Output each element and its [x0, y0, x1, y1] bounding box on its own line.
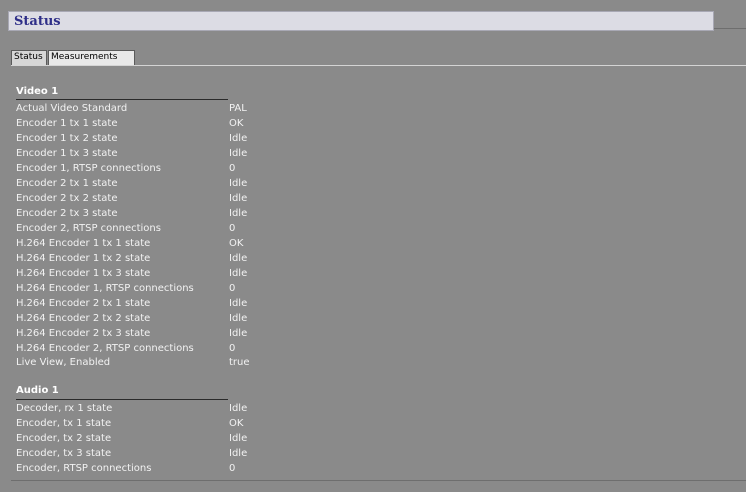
status-value: Idle [229, 268, 248, 279]
status-row: Actual Video Standard PAL [16, 101, 316, 116]
status-value: Idle [229, 148, 248, 159]
status-value: true [229, 357, 250, 368]
status-row: Encoder 1 tx 2 state Idle [16, 131, 316, 146]
status-label: H.264 Encoder 2 tx 2 state [16, 313, 151, 324]
status-row: H.264 Encoder 1 tx 2 state Idle [16, 251, 316, 266]
tab-status[interactable]: Status [11, 50, 47, 65]
status-label: Actual Video Standard [16, 103, 128, 114]
status-value: 0 [229, 463, 236, 474]
status-row: H.264 Encoder 1, RTSP connections 0 [16, 281, 316, 296]
status-row: H.264 Encoder 2 tx 3 state Idle [16, 326, 316, 341]
status-row: Encoder 2 tx 2 state Idle [16, 191, 316, 206]
status-value: 0 [229, 343, 236, 354]
status-row: Encoder 1 tx 1 state OK [16, 116, 316, 131]
status-label: H.264 Encoder 1 tx 2 state [16, 253, 151, 264]
status-value: Idle [229, 313, 248, 324]
status-label: H.264 Encoder 2, RTSP connections [16, 343, 194, 354]
page-title: Status [14, 14, 61, 29]
status-row: Encoder, tx 3 state Idle [16, 446, 316, 461]
status-label: Encoder, tx 1 state [16, 418, 112, 429]
status-label: Encoder, tx 3 state [16, 448, 112, 459]
status-row: H.264 Encoder 2 tx 2 state Idle [16, 311, 316, 326]
status-row: Encoder, RTSP connections 0 [16, 461, 316, 476]
tab-content-divider [11, 65, 746, 66]
status-row: Encoder 2 tx 1 state Idle [16, 176, 316, 191]
status-row: H.264 Encoder 1 tx 3 state Idle [16, 266, 316, 281]
status-value: Idle [229, 193, 248, 204]
header-divider [714, 28, 746, 29]
status-label: Encoder, RTSP connections [16, 463, 152, 474]
status-row: Encoder 2, RTSP connections 0 [16, 221, 316, 236]
status-label: H.264 Encoder 1 tx 3 state [16, 268, 151, 279]
status-row: H.264 Encoder 2, RTSP connections 0 [16, 341, 316, 356]
status-value: Idle [229, 448, 248, 459]
status-row: Encoder 1, RTSP connections 0 [16, 161, 316, 176]
status-row: Live View, Enabled true [16, 355, 316, 370]
page-header: Status [8, 11, 714, 31]
section-underline-audio-1 [16, 399, 228, 400]
status-label: H.264 Encoder 2 tx 1 state [16, 298, 151, 309]
status-value: Idle [229, 433, 248, 444]
tab-measurements[interactable]: Measurements [48, 50, 135, 65]
content-bottom-divider [11, 480, 746, 481]
section-title-audio-1: Audio 1 [16, 385, 59, 396]
status-value: OK [229, 118, 244, 129]
status-label: Encoder, tx 2 state [16, 433, 112, 444]
status-value: Idle [229, 328, 248, 339]
section-underline-video-1 [16, 99, 228, 100]
status-row: Encoder, tx 1 state OK [16, 416, 316, 431]
status-label: H.264 Encoder 2 tx 3 state [16, 328, 151, 339]
status-label: Decoder, rx 1 state [16, 403, 113, 414]
status-row: H.264 Encoder 1 tx 1 state OK [16, 236, 316, 251]
status-value: Idle [229, 298, 248, 309]
status-label: Encoder 1 tx 1 state [16, 118, 118, 129]
status-label: Encoder 2 tx 1 state [16, 178, 118, 189]
section-title-video-1: Video 1 [16, 86, 59, 97]
status-row: H.264 Encoder 2 tx 1 state Idle [16, 296, 316, 311]
status-value: PAL [229, 103, 247, 114]
status-row: Encoder 1 tx 3 state Idle [16, 146, 316, 161]
status-label: Encoder 2 tx 2 state [16, 193, 118, 204]
status-label: Live View, Enabled [16, 357, 111, 368]
status-label: Encoder 2 tx 3 state [16, 208, 118, 219]
status-value: 0 [229, 283, 236, 294]
status-value: Idle [229, 133, 248, 144]
status-value: Idle [229, 178, 248, 189]
status-label: Encoder 1 tx 2 state [16, 133, 118, 144]
status-value: Idle [229, 208, 248, 219]
status-value: 0 [229, 223, 236, 234]
status-value: Idle [229, 403, 248, 414]
status-row: Encoder 2 tx 3 state Idle [16, 206, 316, 221]
status-row: Decoder, rx 1 state Idle [16, 401, 316, 416]
status-value: Idle [229, 253, 248, 264]
status-label: H.264 Encoder 1 tx 1 state [16, 238, 151, 249]
status-value: 0 [229, 163, 236, 174]
status-label: Encoder 2, RTSP connections [16, 223, 161, 234]
status-label: H.264 Encoder 1, RTSP connections [16, 283, 194, 294]
status-label: Encoder 1, RTSP connections [16, 163, 161, 174]
status-row: Encoder, tx 2 state Idle [16, 431, 316, 446]
status-label: Encoder 1 tx 3 state [16, 148, 118, 159]
status-value: OK [229, 418, 244, 429]
status-value: OK [229, 238, 244, 249]
